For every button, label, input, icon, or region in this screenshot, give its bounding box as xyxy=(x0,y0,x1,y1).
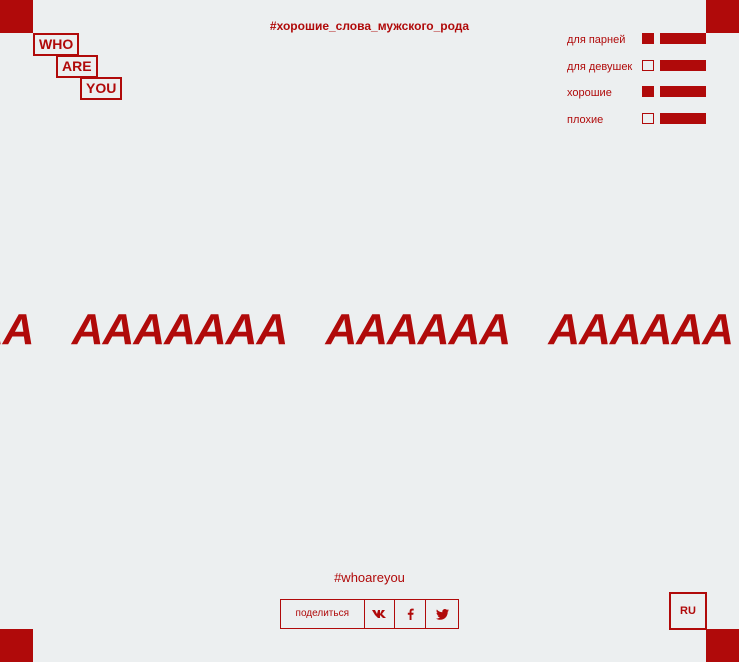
marquee-track: АА ААААААА АААААА АААААА АА xyxy=(0,302,739,358)
page-title-hashtag: #хорошие_слова_мужского_рода xyxy=(269,19,470,33)
filter-bad[interactable]: плохие xyxy=(567,112,707,140)
facebook-share-button[interactable] xyxy=(395,600,427,628)
filter-checkbox[interactable] xyxy=(642,33,654,44)
share-label: поделиться xyxy=(281,600,365,628)
filter-good[interactable]: хорошие xyxy=(567,86,707,113)
filter-checkbox[interactable] xyxy=(642,112,654,124)
share-bar: поделиться xyxy=(280,599,459,629)
filter-for-girls[interactable]: для девушек xyxy=(567,59,707,87)
logo-word-who: WHO xyxy=(33,33,80,56)
filter-label: для парней xyxy=(567,34,626,46)
marquee-word[interactable]: АААААА xyxy=(325,302,511,358)
footer-hashtag: #whoareyou xyxy=(334,570,405,585)
marquee-word[interactable]: АААААА xyxy=(548,302,734,358)
twitter-share-button[interactable] xyxy=(426,600,458,628)
filter-bar xyxy=(660,59,706,71)
filter-bar xyxy=(660,86,706,97)
vk-icon xyxy=(371,610,386,618)
twitter-icon xyxy=(435,608,449,620)
marquee-word[interactable]: ААААААА xyxy=(72,302,288,358)
corner-square-bottom-right xyxy=(706,629,739,662)
word-marquee: АА ААААААА АААААА АААААА АА xyxy=(0,302,739,362)
page: WHO ARE YOU #хорошие_слова_мужского_рода… xyxy=(0,0,739,662)
logo-word-you: YOU xyxy=(80,77,123,100)
filter-bar xyxy=(660,33,706,44)
filter-checkbox[interactable] xyxy=(642,59,654,71)
language-switch-button[interactable]: RU xyxy=(669,592,707,630)
filter-label: хорошие xyxy=(567,87,612,99)
filter-bar xyxy=(660,112,706,124)
filter-for-guys[interactable]: для парней xyxy=(567,33,707,60)
marquee-word[interactable]: АА xyxy=(0,302,35,358)
logo-word-are: ARE xyxy=(56,55,98,78)
vk-share-button[interactable] xyxy=(365,600,396,628)
filter-label: для девушек xyxy=(567,60,633,73)
filter-checkbox[interactable] xyxy=(642,86,654,97)
corner-square-bottom-left xyxy=(0,629,33,662)
filter-panel: для парней для девушек хорошие плохие xyxy=(567,33,707,139)
filter-label: плохие xyxy=(567,113,604,126)
facebook-icon xyxy=(407,608,414,620)
